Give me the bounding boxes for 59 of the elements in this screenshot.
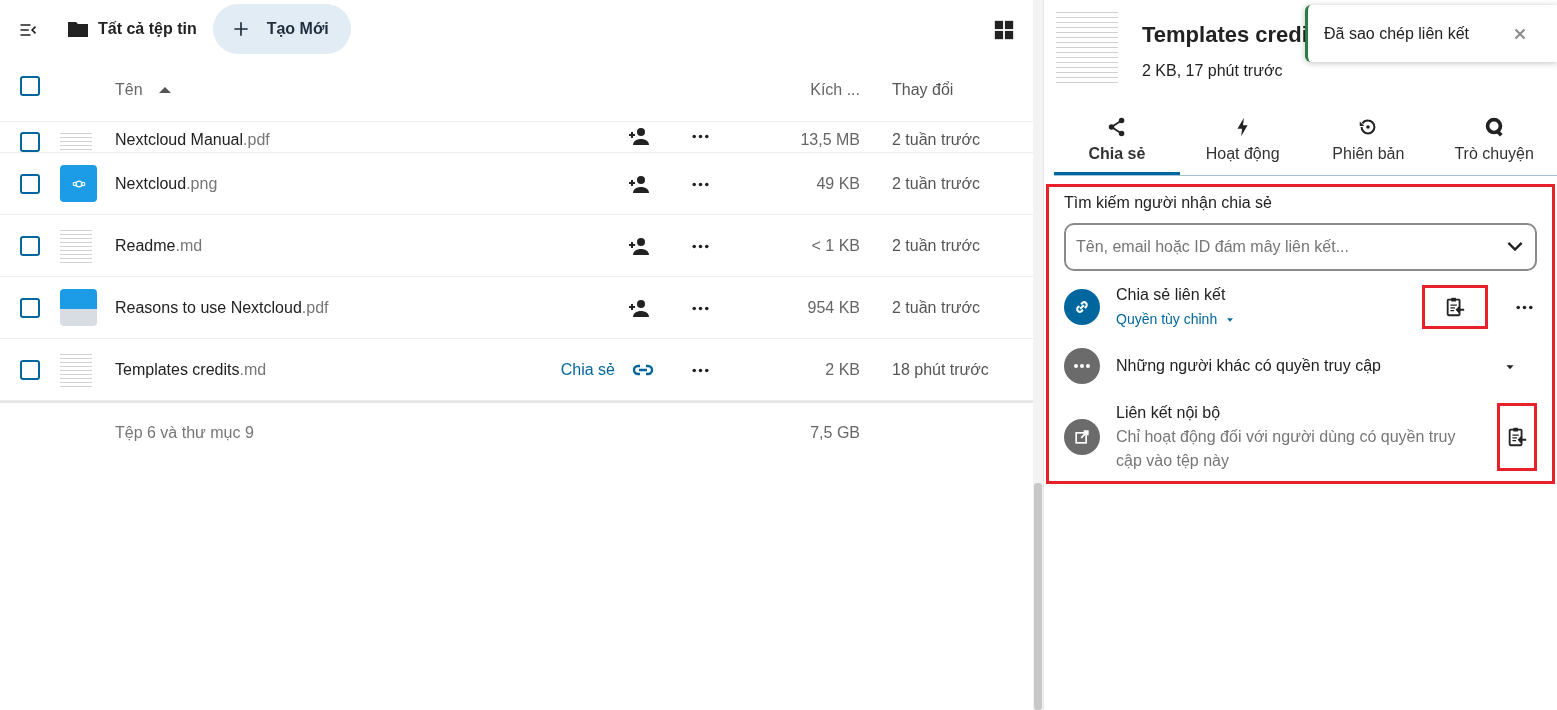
dots-icon	[691, 305, 709, 311]
scrollbar-thumb[interactable]	[1034, 483, 1042, 710]
shared-link[interactable]: Chia sẻ	[560, 357, 655, 382]
checkbox[interactable]	[20, 173, 40, 194]
dots-icon	[1074, 364, 1090, 368]
entry-title: Liên kết nội bộ	[1116, 403, 1222, 423]
entry-description: Chỉ hoạt động đối với người dùng có quyền truy cập vào tệp này	[1116, 427, 1457, 471]
modified-time: 2 tuần trước	[892, 236, 980, 254]
clipboard-icon	[1444, 296, 1466, 318]
checkbox[interactable]	[20, 235, 40, 256]
modified-time: 2 tuần trước	[892, 131, 980, 148]
permission-dropdown[interactable]: Quyền tùy chỉnh	[1116, 309, 1236, 330]
file-name[interactable]: Templates credits.md	[115, 360, 267, 378]
search-field[interactable]: Tên, email hoặc ID đám mây liên kết...	[1064, 223, 1537, 271]
entry-title: Chia sẻ liên kết	[1116, 285, 1227, 305]
dots-icon	[1516, 305, 1533, 311]
checkbox[interactable]	[20, 76, 40, 96]
modified-time: 2 tuần trước	[892, 298, 980, 316]
file-title: Templates credi	[1142, 21, 1308, 49]
file-size: 954 KB	[807, 298, 860, 316]
file-size: 49 KB	[816, 174, 860, 192]
sidebar-tab[interactable]: Phiên bản	[1305, 112, 1432, 175]
file-name[interactable]: Readme.md	[115, 236, 203, 254]
breadcrumb-link[interactable]: Tất cả tệp tin	[66, 17, 197, 41]
new-button[interactable]: Tạo Mới	[212, 4, 351, 54]
file-size: 13,5 MB	[800, 131, 860, 148]
clipboard-icon	[1506, 426, 1528, 448]
copy-button[interactable]	[1422, 285, 1488, 329]
grid-icon	[993, 18, 1015, 41]
file-name[interactable]: Nextcloud.png	[115, 174, 218, 192]
checkbox[interactable]	[20, 132, 40, 152]
dots-icon	[691, 367, 709, 373]
sidebar-tab[interactable]: Hoạt động	[1179, 112, 1306, 175]
file-meta: 2 KB, 17 phút trước	[1142, 61, 1284, 81]
modified-time: 2 tuần trước	[892, 174, 980, 192]
file-name[interactable]: Nextcloud Manual.pdf	[115, 131, 270, 148]
dots-icon	[691, 243, 709, 249]
total-size: 7,5 GB	[810, 424, 860, 441]
toast-message: Đã sao chép liên kết	[1324, 23, 1470, 44]
file-size: < 1 KB	[811, 236, 860, 254]
column-header[interactable]: Kích ...	[810, 80, 860, 98]
column-header[interactable]: Thay đổi	[892, 80, 954, 98]
column-header[interactable]: Tên	[115, 77, 143, 102]
file-name[interactable]: Reasons to use Nextcloud.pdf	[115, 298, 329, 316]
entry-title: Những người khác có quyền truy cập	[1116, 356, 1382, 376]
dots-icon	[691, 134, 709, 140]
external-link-icon	[1072, 427, 1092, 447]
sidebar-tab[interactable]: Chia sẻ	[1054, 112, 1180, 175]
sidebar-tab[interactable]: Trò chuyện	[1431, 112, 1557, 175]
copy-button[interactable]	[1497, 403, 1537, 471]
brochure-thumbnail	[60, 289, 97, 326]
chevron-down-icon	[1507, 242, 1523, 251]
checkbox[interactable]	[20, 359, 40, 380]
file-size: 2 KB	[825, 360, 860, 378]
folder-summary: Tệp 6 và thư mục 9	[115, 424, 254, 441]
modified-time: 18 phút trước	[892, 360, 989, 378]
dots-icon	[691, 181, 709, 187]
field-label: Tìm kiếm người nhận chia sẻ	[1064, 193, 1273, 213]
checkbox[interactable]	[20, 297, 40, 318]
